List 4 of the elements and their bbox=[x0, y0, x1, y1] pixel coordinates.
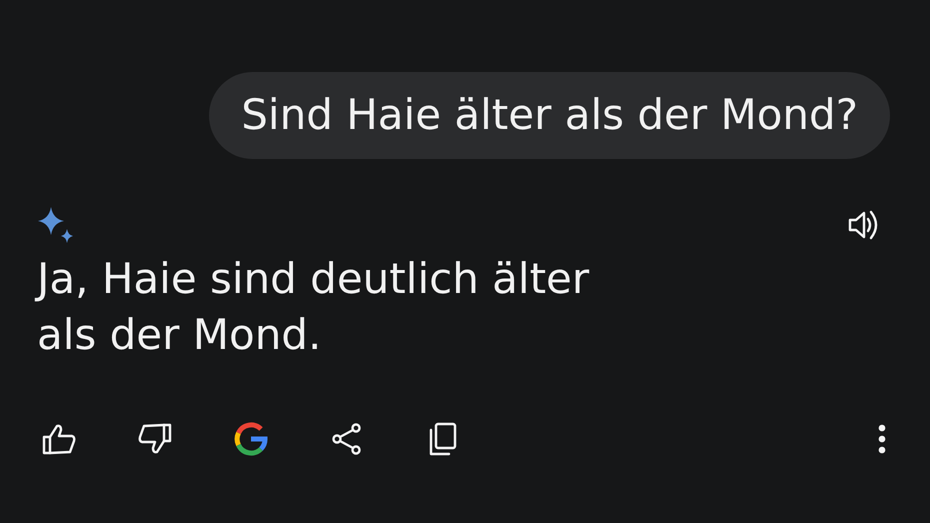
response-text: Ja, Haie sind deutlich älter als der Mond. bbox=[37, 251, 657, 363]
more-options-icon bbox=[878, 424, 886, 454]
google-logo-icon bbox=[233, 421, 269, 457]
user-message: Sind Haie älter als der Mond? bbox=[209, 72, 890, 159]
